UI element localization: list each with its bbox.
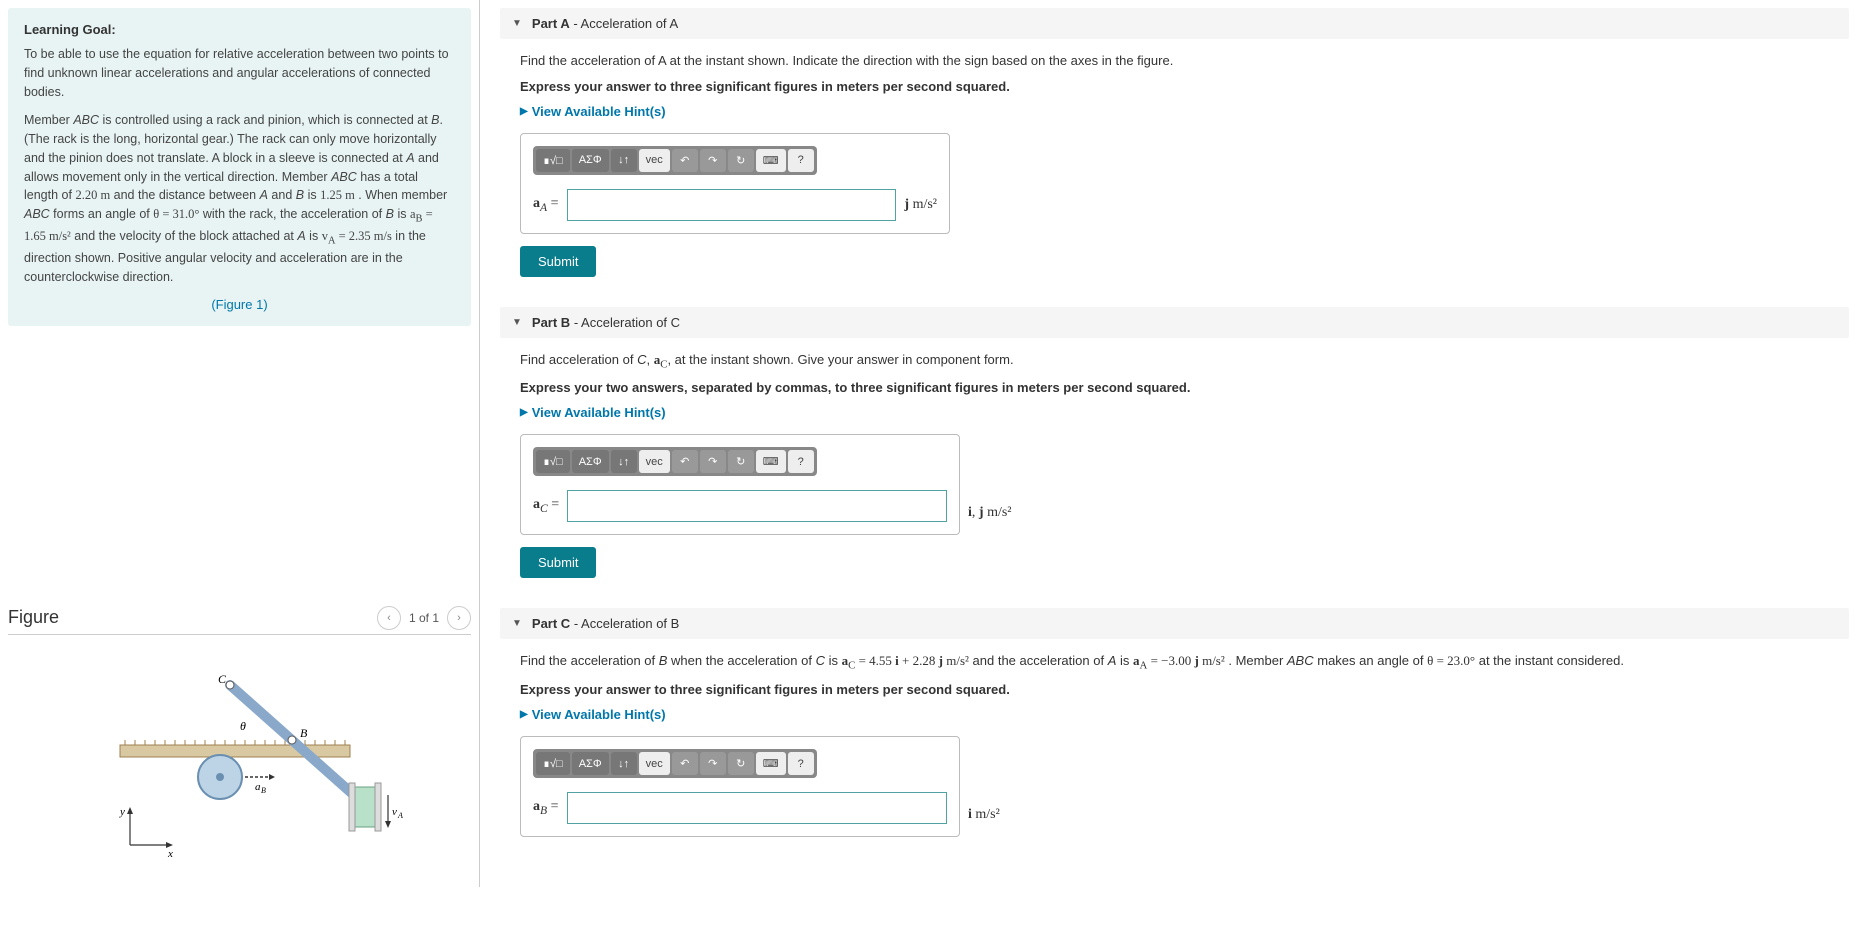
figure-title: Figure (8, 607, 59, 628)
figure-next-button[interactable]: › (447, 606, 471, 630)
part-a-var-label: aA = (533, 196, 559, 214)
part-c-title: Part C - Acceleration of B (532, 616, 679, 631)
part-a-title: Part A - Acceleration of A (532, 16, 678, 31)
caret-down-icon: ▼ (512, 18, 522, 29)
part-b-var-label: aC = (533, 497, 559, 515)
part-b-answer-box: ∎√□ ΑΣΦ ↓↑ vec ↶ ↷ ↻ ⌨ ? aC = (520, 434, 960, 535)
greek-button[interactable]: ΑΣΦ (572, 450, 609, 473)
redo-button[interactable]: ↷ (700, 149, 726, 172)
undo-button[interactable]: ↶ (672, 752, 698, 775)
part-a-answer-box: ∎√□ ΑΣΦ ↓↑ vec ↶ ↷ ↻ ⌨ ? aA = j m/s² (520, 133, 950, 234)
part-c-answer-box: ∎√□ ΑΣΦ ↓↑ vec ↶ ↷ ↻ ⌨ ? aB = (520, 736, 960, 837)
help-button[interactable]: ? (788, 450, 814, 473)
right-pane: ▼ Part A - Acceleration of A Find the ac… (480, 0, 1869, 887)
part-a-section: ▼ Part A - Acceleration of A Find the ac… (500, 8, 1849, 277)
part-b-hints-link[interactable]: ▶View Available Hint(s) (520, 405, 1829, 420)
learning-goal-p1: To be able to use the equation for relat… (24, 45, 455, 101)
help-button[interactable]: ? (788, 149, 814, 172)
learning-goal-heading: Learning Goal: (24, 22, 455, 37)
subscript-button[interactable]: ↓↑ (611, 450, 637, 473)
template-button[interactable]: ∎√□ (536, 752, 570, 775)
svg-text:v: v (392, 806, 397, 818)
template-button[interactable]: ∎√□ (536, 450, 570, 473)
part-b-section: ▼ Part B - Acceleration of C Find accele… (500, 307, 1849, 579)
part-a-hints-link[interactable]: ▶View Available Hint(s) (520, 104, 1829, 119)
reset-button[interactable]: ↻ (728, 149, 754, 172)
part-c-header[interactable]: ▼ Part C - Acceleration of B (500, 608, 1849, 639)
svg-text:θ: θ (240, 719, 246, 733)
learning-goal-p2: Member ABC is controlled using a rack an… (24, 111, 455, 287)
part-a-header[interactable]: ▼ Part A - Acceleration of A (500, 8, 1849, 39)
vec-button[interactable]: vec (639, 752, 670, 775)
greek-button[interactable]: ΑΣΦ (572, 149, 609, 172)
svg-text:A: A (397, 811, 403, 820)
part-c-unit: i m/s² (968, 807, 1000, 823)
part-c-section: ▼ Part C - Acceleration of B Find the ac… (500, 608, 1849, 849)
part-b-instr: Express your two answers, separated by c… (520, 380, 1829, 395)
svg-text:B: B (261, 786, 266, 795)
subscript-button[interactable]: ↓↑ (611, 149, 637, 172)
part-c-answer-input[interactable] (567, 792, 947, 824)
part-b-title: Part B - Acceleration of C (532, 315, 680, 330)
part-a-submit-button[interactable]: Submit (520, 246, 596, 277)
keyboard-button[interactable]: ⌨ (756, 450, 786, 473)
redo-button[interactable]: ↷ (700, 752, 726, 775)
vec-button[interactable]: vec (639, 149, 670, 172)
keyboard-button[interactable]: ⌨ (756, 752, 786, 775)
svg-text:B: B (300, 726, 308, 740)
part-b-prompt: Find acceleration of C, aC, at the insta… (520, 350, 1829, 373)
undo-button[interactable]: ↶ (672, 149, 698, 172)
part-b-header[interactable]: ▼ Part B - Acceleration of C (500, 307, 1849, 338)
keyboard-button[interactable]: ⌨ (756, 149, 786, 172)
figure-section: Figure ‹ 1 of 1 › (8, 606, 471, 875)
template-button[interactable]: ∎√□ (536, 149, 570, 172)
learning-goal-box: Learning Goal: To be able to use the equ… (8, 8, 471, 326)
part-b-answer-input[interactable] (567, 490, 947, 522)
part-b-submit-button[interactable]: Submit (520, 547, 596, 578)
part-c-toolbar: ∎√□ ΑΣΦ ↓↑ vec ↶ ↷ ↻ ⌨ ? (533, 749, 817, 778)
part-b-unit: i, j m/s² (968, 505, 1012, 521)
triangle-right-icon: ▶ (520, 407, 528, 418)
part-a-prompt: Find the acceleration of A at the instan… (520, 51, 1829, 71)
redo-button[interactable]: ↷ (700, 450, 726, 473)
part-a-instr: Express your answer to three significant… (520, 79, 1829, 94)
part-a-toolbar: ∎√□ ΑΣΦ ↓↑ vec ↶ ↷ ↻ ⌨ ? (533, 146, 817, 175)
figure-header: Figure ‹ 1 of 1 › (8, 606, 471, 635)
part-a-answer-input[interactable] (567, 189, 897, 221)
svg-text:y: y (119, 806, 125, 818)
left-pane: Learning Goal: To be able to use the equ… (0, 0, 480, 887)
figure-prev-button[interactable]: ‹ (377, 606, 401, 630)
greek-button[interactable]: ΑΣΦ (572, 752, 609, 775)
part-b-toolbar: ∎√□ ΑΣΦ ↓↑ vec ↶ ↷ ↻ ⌨ ? (533, 447, 817, 476)
undo-button[interactable]: ↶ (672, 450, 698, 473)
reset-button[interactable]: ↻ (728, 752, 754, 775)
triangle-right-icon: ▶ (520, 106, 528, 117)
part-c-hints-link[interactable]: ▶View Available Hint(s) (520, 707, 1829, 722)
svg-text:C: C (218, 672, 227, 686)
figure-1-link[interactable]: (Figure 1) (24, 297, 455, 312)
part-a-unit: j m/s² (904, 197, 937, 213)
caret-down-icon: ▼ (512, 317, 522, 328)
reset-button[interactable]: ↻ (728, 450, 754, 473)
caret-down-icon: ▼ (512, 618, 522, 629)
part-c-instr: Express your answer to three significant… (520, 682, 1829, 697)
part-c-var-label: aB = (533, 799, 559, 817)
part-c-prompt: Find the acceleration of B when the acce… (520, 651, 1829, 674)
vec-button[interactable]: vec (639, 450, 670, 473)
figure-nav-text: 1 of 1 (409, 611, 439, 625)
svg-text:x: x (167, 848, 173, 860)
triangle-right-icon: ▶ (520, 709, 528, 720)
figure-image: aB C B A θ (8, 655, 471, 875)
subscript-button[interactable]: ↓↑ (611, 752, 637, 775)
help-button[interactable]: ? (788, 752, 814, 775)
figure-nav: ‹ 1 of 1 › (377, 606, 471, 630)
